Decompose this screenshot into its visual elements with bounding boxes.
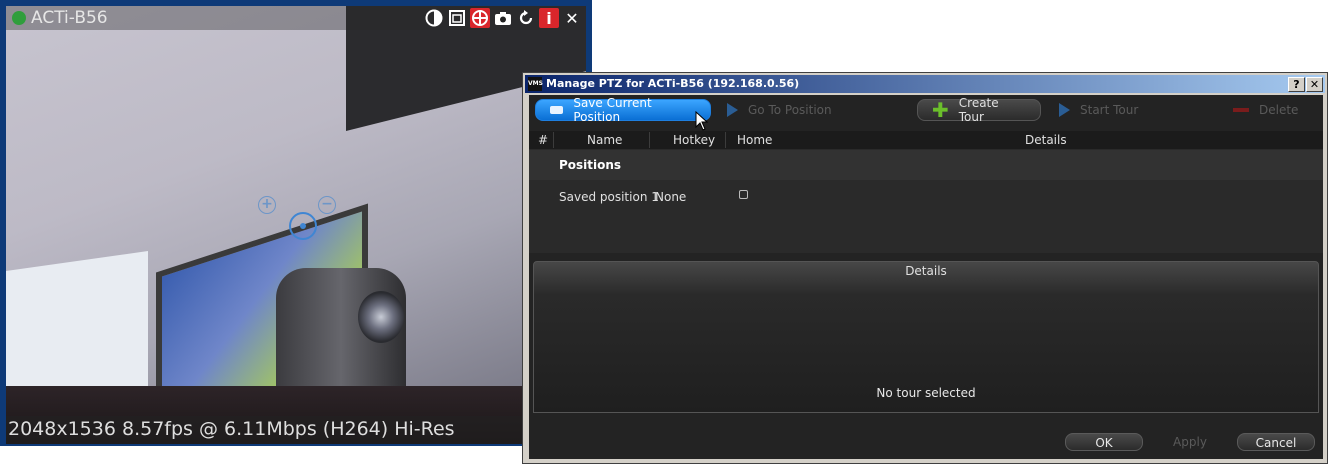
save-current-position-button[interactable]: Save Current Position — [535, 96, 711, 124]
delete-button[interactable]: Delete — [1233, 99, 1298, 121]
dialog-title: Manage PTZ for ACTi-B56 (192.168.0.56) — [546, 77, 800, 90]
camera-header: ACTi-B56 i ✕ — [6, 6, 586, 30]
ok-button[interactable]: OK — [1065, 433, 1143, 451]
dialog-body: Save Current Position Go To Position ✚ C… — [529, 95, 1323, 459]
save-current-position-label: Save Current Position — [573, 96, 652, 124]
positions-table: # Name Hotkey Home Details Positions Sav… — [529, 131, 1323, 253]
close-icon[interactable]: ✕ — [562, 8, 582, 28]
create-tour-label: Create Tour — [958, 96, 999, 124]
table-header: # Name Hotkey Home Details — [529, 131, 1323, 149]
snapshot-icon[interactable] — [493, 8, 513, 28]
column-divider — [725, 132, 726, 148]
play-icon — [727, 103, 738, 117]
position-hotkey: None — [655, 190, 687, 204]
camera-tile[interactable]: + − ACTi-B56 i ✕ 2048x1536 8.57fps @ 6.1… — [0, 0, 592, 446]
mouse-cursor-icon — [695, 111, 709, 131]
home-checkbox[interactable] — [739, 190, 748, 199]
zoom-out-icon[interactable]: − — [318, 196, 336, 214]
ptz-icon[interactable] — [470, 8, 490, 28]
column-header-hotkey[interactable]: Hotkey — [673, 133, 715, 147]
stream-stats: 2048x1536 8.57fps @ 6.11Mbps (H264) Hi-R… — [8, 418, 455, 440]
camera-footer: 2048x1536 8.57fps @ 6.11Mbps (H264) Hi-R… — [6, 416, 586, 444]
ptz-center-icon[interactable] — [289, 212, 317, 240]
column-divider — [553, 132, 554, 148]
window-icon[interactable] — [447, 8, 467, 28]
column-divider — [649, 132, 650, 148]
play-icon — [1059, 103, 1070, 117]
minus-icon — [1233, 108, 1249, 112]
camera-toolbar: i ✕ — [424, 8, 582, 28]
create-tour-button[interactable]: ✚ Create Tour — [917, 96, 1041, 124]
column-header-home[interactable]: Home — [737, 133, 772, 147]
dialog-titlebar[interactable]: VMS Manage PTZ for ACTi-B56 (192.168.0.5… — [525, 75, 1325, 93]
contrast-icon[interactable] — [424, 8, 444, 28]
plus-icon: ✚ — [932, 98, 949, 122]
go-to-position-button[interactable]: Go To Position — [727, 99, 832, 121]
save-position-icon — [550, 106, 564, 114]
apply-button[interactable]: Apply — [1151, 433, 1229, 451]
column-header-name[interactable]: Name — [587, 133, 622, 147]
group-row-positions[interactable]: Positions — [529, 150, 1323, 180]
go-to-position-label: Go To Position — [748, 103, 832, 117]
cancel-button[interactable]: Cancel — [1237, 433, 1315, 451]
start-tour-label: Start Tour — [1080, 103, 1139, 117]
help-button[interactable]: ? — [1288, 77, 1305, 92]
table-row[interactable]: Saved position 1 None — [529, 181, 1323, 211]
close-button[interactable]: ✕ — [1306, 77, 1323, 92]
camera-video[interactable]: + − ACTi-B56 i ✕ 2048x1536 8.57fps @ 6.1… — [6, 6, 586, 444]
details-title: Details — [905, 264, 947, 278]
zoom-in-icon[interactable]: + — [258, 196, 276, 214]
start-tour-button[interactable]: Start Tour — [1059, 99, 1138, 121]
manage-ptz-dialog: VMS Manage PTZ for ACTi-B56 (192.168.0.5… — [522, 72, 1328, 464]
ptz-overlay: + − — [258, 194, 348, 244]
details-empty-text: No tour selected — [876, 386, 976, 400]
delete-label: Delete — [1259, 103, 1299, 117]
column-header-details[interactable]: Details — [1025, 133, 1067, 147]
column-header-number[interactable]: # — [538, 133, 548, 147]
position-name: Saved position 1 — [559, 190, 659, 204]
camera-title: ACTi-B56 — [31, 8, 108, 28]
status-dot-icon — [12, 11, 26, 25]
refresh-icon[interactable] — [516, 8, 536, 28]
app-icon: VMS — [528, 77, 543, 91]
scene-object — [358, 291, 404, 343]
ptz-toolbar: Save Current Position Go To Position ✚ C… — [529, 95, 1323, 131]
info-icon[interactable]: i — [539, 8, 559, 28]
group-label: Positions — [559, 158, 622, 172]
details-panel: Details No tour selected — [533, 261, 1319, 413]
